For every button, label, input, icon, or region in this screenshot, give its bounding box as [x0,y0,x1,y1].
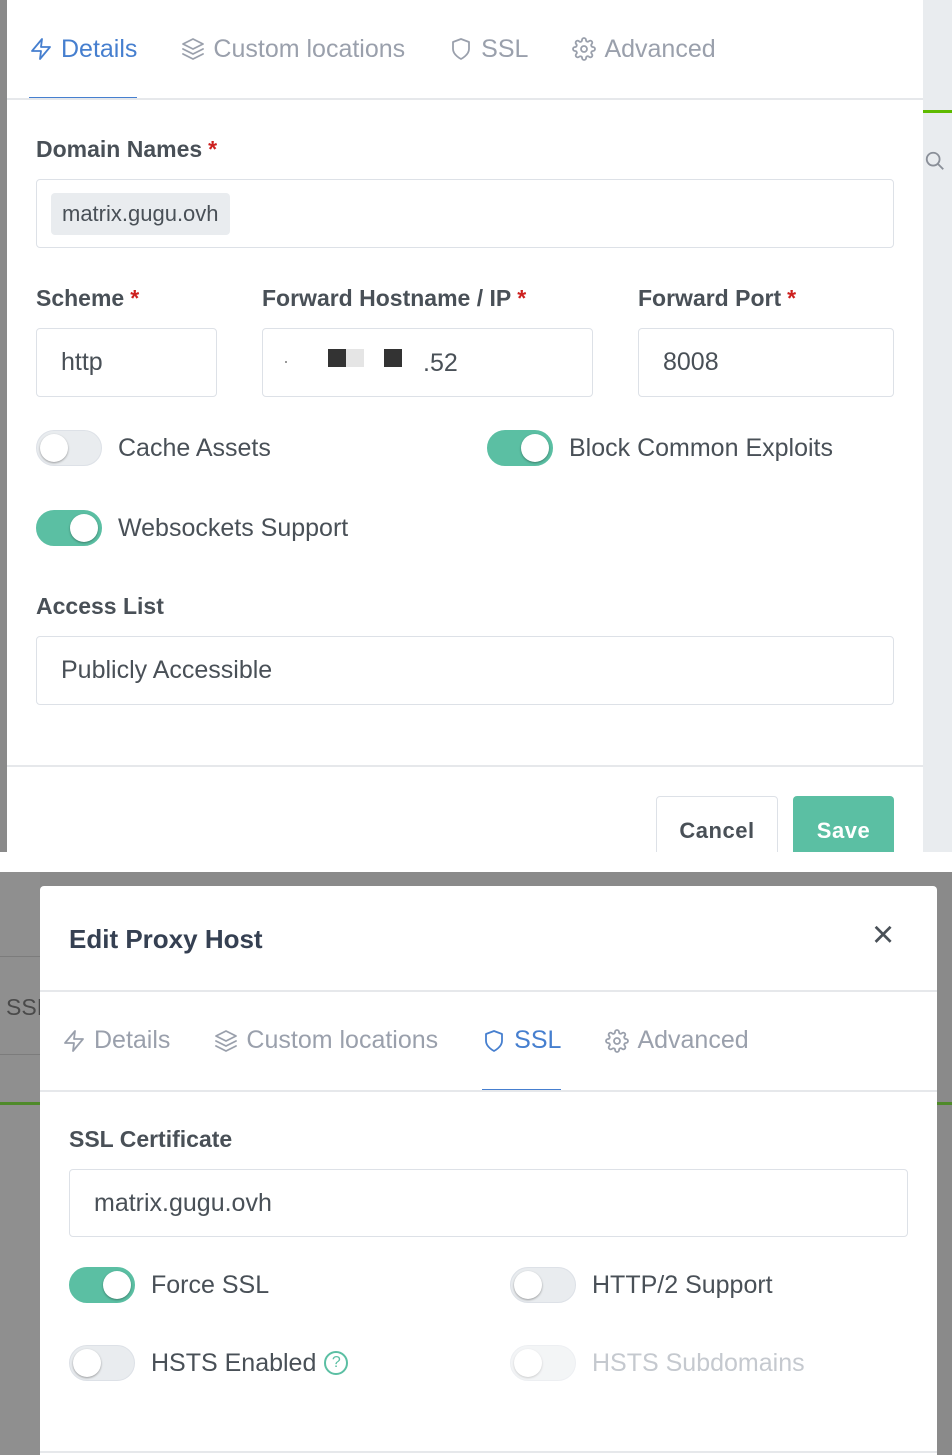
http2-toggle-row[interactable]: HTTP/2 Support [510,1267,773,1303]
websockets-toggle[interactable] [36,510,102,546]
force-ssl-toggle[interactable] [69,1267,135,1303]
websockets-label: Websockets Support [118,513,349,542]
details-tab-screenshot: Details Custom locations SSL Advanced Do… [0,0,952,852]
cache-assets-label: Cache Assets [118,433,271,462]
background-divider [937,1102,952,1105]
scheme-input[interactable]: http [36,328,217,397]
forward-port-label: Forward Port * [638,285,797,311]
layers-icon [215,1029,238,1052]
edit-proxy-host-modal: Edit Proxy Host × Details Custom locatio… [40,886,937,1455]
ssl-tab-screenshot: SSI Edit Proxy Host × Details Custom loc… [0,872,952,1455]
scheme-label: Scheme * [36,285,140,311]
background-page-left [0,872,40,1455]
tab-details[interactable]: Details [29,0,138,99]
forward-port-value: 8008 [663,348,719,376]
domain-tag[interactable]: matrix.gugu.ovh [51,192,230,235]
tab-ssl[interactable]: SSL [482,991,562,1091]
tabs-divider [7,98,923,100]
background-divider [0,956,40,957]
gear-icon [572,37,597,61]
access-list-select[interactable]: Publicly Accessible [36,636,894,705]
close-icon[interactable]: × [872,916,894,954]
tab-custom-locations[interactable]: Custom locations [181,0,405,98]
help-icon[interactable]: ? [324,1351,349,1375]
edit-proxy-host-modal: Details Custom locations SSL Advanced Do… [7,0,923,852]
shield-icon [452,38,471,60]
access-list-label: Access List [36,593,164,619]
bolt-icon [31,38,51,60]
hsts-label: HSTS Enabled [151,1348,317,1377]
footer-divider [40,1451,937,1453]
tab-label: Details [94,1026,171,1054]
tab-advanced[interactable]: Advanced [572,0,716,98]
hsts-toggle[interactable] [69,1345,135,1381]
hsts-subdomains-label: HSTS Subdomains [592,1348,805,1377]
background-text: SSI [6,994,44,1020]
http2-label: HTTP/2 Support [592,1270,773,1299]
force-ssl-toggle-row[interactable]: Force SSL [69,1267,269,1303]
websockets-toggle-row[interactable]: Websockets Support [36,510,348,546]
gear-icon [605,1028,630,1053]
footer-divider [7,765,923,767]
redacted-block [384,349,402,367]
save-button[interactable]: Save [793,796,894,852]
background-search-icon [925,151,944,170]
background-divider [0,1102,40,1105]
redacted-mark [285,361,287,363]
tab-label: Advanced [604,34,716,63]
shield-icon [485,1029,504,1052]
redacted-block [328,349,346,367]
cache-assets-toggle-row[interactable]: Cache Assets [36,430,271,466]
tab-custom-locations[interactable]: Custom locations [214,991,438,1090]
hsts-subdomains-toggle [510,1345,576,1381]
tab-advanced[interactable]: Advanced [605,991,749,1090]
tab-label: Details [61,34,138,63]
tab-details[interactable]: Details [62,991,170,1090]
domain-names-input[interactable]: matrix.gugu.ovh [36,179,894,248]
tab-ssl[interactable]: SSL [449,0,528,98]
ssl-certificate-select[interactable]: matrix.gugu.ovh [69,1169,908,1237]
forward-port-input[interactable]: 8008 [638,328,894,397]
redacted-block [346,349,364,367]
tab-label: Advanced [637,1026,749,1054]
hostname-visible-suffix: .52 [423,349,458,377]
forward-hostname-input[interactable]: .52 [262,328,593,397]
modal-tabs: Details Custom locations SSL Advanced [62,991,749,1091]
bolt-icon [64,1029,84,1052]
block-exploits-toggle[interactable] [487,430,553,466]
ssl-certificate-label: SSL Certificate [69,1126,233,1152]
block-exploits-label: Block Common Exploits [569,433,833,462]
modal-title: Edit Proxy Host [69,924,263,954]
cancel-button[interactable]: Cancel [656,796,778,852]
tab-label: SSL [481,34,529,63]
tab-label: Custom locations [246,1026,439,1054]
background-divider [923,110,952,113]
layers-icon [182,38,205,60]
hsts-toggle-row[interactable]: HSTS Enabled ? [69,1345,349,1381]
block-exploits-toggle-row[interactable]: Block Common Exploits [487,430,833,466]
hsts-subdomains-toggle-row: HSTS Subdomains [510,1345,805,1381]
domain-names-label: Domain Names * [36,136,218,162]
forward-hostname-label: Forward Hostname / IP * [262,285,527,311]
force-ssl-label: Force SSL [151,1270,270,1299]
tabs-divider [40,1090,937,1092]
scheme-value: http [61,348,103,376]
tab-label: Custom locations [213,34,406,63]
modal-tabs: Details Custom locations SSL Advanced [29,0,716,99]
ssl-certificate-value: matrix.gugu.ovh [94,1188,272,1217]
access-list-value: Publicly Accessible [61,656,273,684]
cache-assets-toggle[interactable] [36,430,102,466]
tab-label: SSL [514,1026,562,1054]
background-divider [0,1054,40,1055]
http2-toggle[interactable] [510,1267,576,1303]
background-page [922,0,952,852]
